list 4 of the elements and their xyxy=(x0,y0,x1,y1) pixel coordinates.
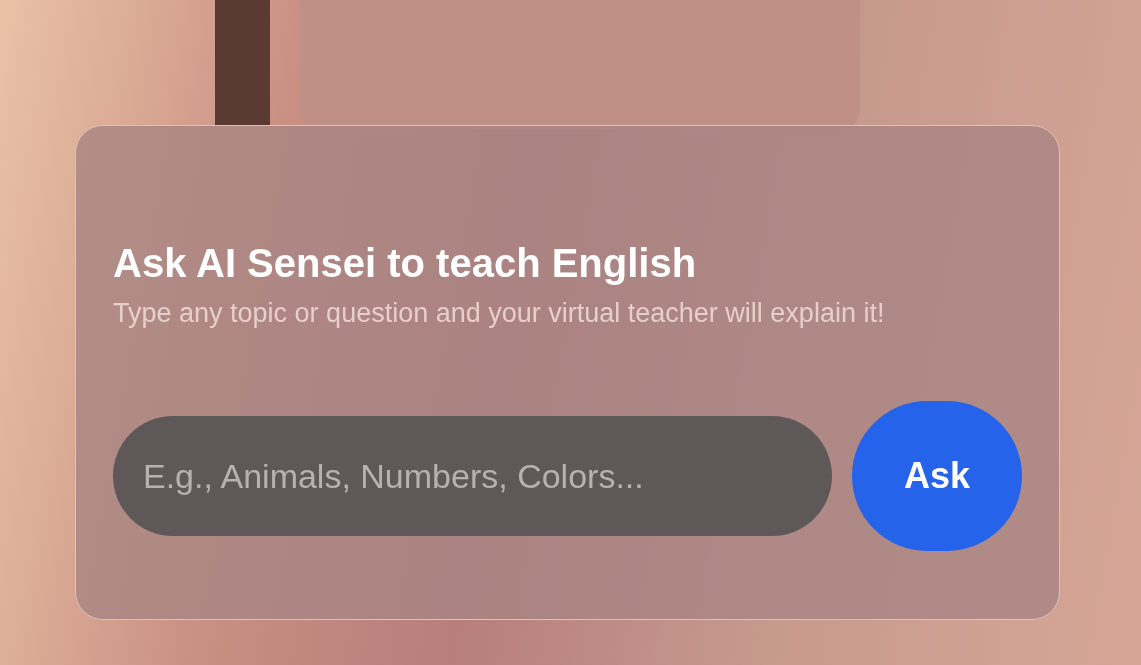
card-title: Ask AI Sensei to teach English xyxy=(113,240,698,287)
card-subtitle: Type any topic or question and your virtual teacher will explain it! xyxy=(113,297,886,330)
ask-button[interactable]: Ask xyxy=(852,401,1022,551)
topic-input-field[interactable]: E.g., Animals, Numbers, Colors... xyxy=(113,416,833,536)
